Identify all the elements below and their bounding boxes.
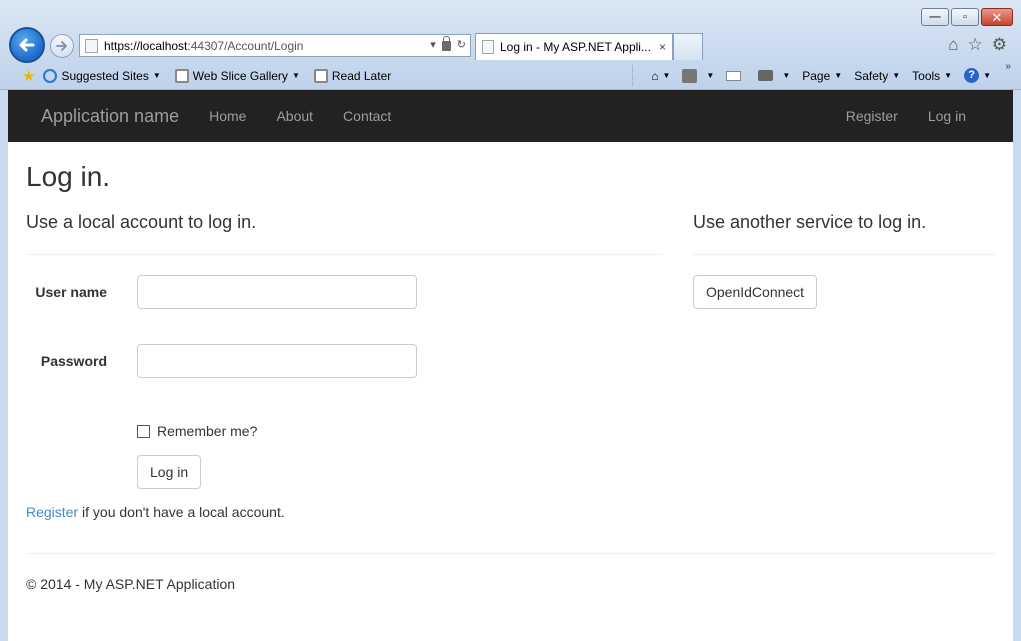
page-title: Log in.	[26, 161, 111, 192]
maximize-button[interactable]: ▫	[951, 8, 979, 26]
username-label: User name	[35, 284, 107, 300]
fav-web-slice-gallery[interactable]: Web Slice Gallery ▼	[174, 68, 300, 83]
tab-page-icon	[482, 40, 494, 54]
browser-chrome: — ▫ ✕ https://localhost:44307/Account/Lo…	[0, 0, 1021, 90]
arrow-right-icon	[56, 41, 67, 51]
register-prompt: Register if you don't have a local accou…	[26, 504, 285, 520]
cmd-page[interactable]: Page ▼	[802, 69, 842, 83]
username-input[interactable]	[137, 275, 417, 309]
nav-about[interactable]: About	[261, 108, 328, 124]
back-button[interactable]	[9, 27, 45, 63]
local-login-heading: Use a local account to log in.	[26, 212, 257, 232]
login-button[interactable]: Log in	[137, 455, 202, 489]
forward-button[interactable]	[50, 34, 74, 58]
external-login-heading: Use another service to log in.	[693, 212, 927, 232]
favorites-star-icon[interactable]: ★	[22, 67, 35, 85]
caret-down-icon: ▼	[152, 71, 161, 80]
minimize-button[interactable]: —	[921, 8, 949, 26]
read-later-icon	[313, 68, 328, 83]
tab-close-icon[interactable]: ×	[659, 40, 666, 54]
fav-read-later[interactable]: Read Later	[313, 68, 391, 83]
remember-me-row: Remember me?	[137, 423, 257, 439]
home-icon: ⌂	[651, 68, 659, 83]
register-suffix: if you don't have a local account.	[78, 504, 285, 520]
remember-me-checkbox[interactable]	[137, 424, 150, 438]
mail-icon	[726, 70, 742, 81]
navbar-brand[interactable]: Application name	[41, 106, 179, 127]
main-content: Log in. Use a local account to log in. U…	[26, 142, 996, 592]
cmd-home[interactable]: ⌂ ▼	[651, 69, 670, 83]
password-row: Password	[26, 344, 417, 378]
fav-suggested-sites[interactable]: Suggested Sites ▼	[43, 68, 161, 83]
remember-me-label[interactable]: Remember me?	[157, 423, 257, 439]
window-controls: — ▫ ✕	[919, 8, 1013, 26]
cmd-safety[interactable]: Safety ▼	[854, 69, 900, 83]
chevron-right-icon[interactable]: »	[1005, 61, 1011, 72]
footer-copyright: © 2014 - My ASP.NET Application	[26, 576, 236, 592]
favorites-star-icon[interactable]: ☆	[968, 35, 983, 55]
username-row: User name	[26, 275, 417, 309]
command-bar: ⌂ ▼ ▼ ▼ Page ▼ Safety ▼ Tools ▼ ? ▼	[651, 61, 991, 90]
browser-toolbar-icons: ⌂ ☆ ⚙	[948, 35, 1007, 55]
favorites-bar: ★ Suggested Sites ▼ Web Slice Gallery ▼ Re…	[0, 61, 1021, 90]
local-login-section: Use a local account to log in.	[26, 212, 663, 255]
cmd-feeds[interactable]: ▼	[682, 68, 714, 83]
lock-icon[interactable]	[441, 36, 451, 51]
home-icon[interactable]: ⌂	[948, 35, 958, 55]
arrow-left-icon	[19, 38, 35, 52]
navbar-right: Register Log in	[831, 108, 1013, 124]
new-tab-button[interactable]	[673, 33, 703, 60]
printer-icon	[758, 70, 774, 81]
rss-icon	[682, 68, 698, 83]
web-slice-icon	[174, 68, 189, 83]
page-icon	[85, 38, 98, 53]
gear-icon[interactable]: ⚙	[992, 35, 1007, 55]
window-frame-right	[1013, 90, 1021, 641]
url-host: https://localhost	[104, 38, 188, 53]
register-link[interactable]: Register	[26, 504, 78, 520]
cmd-mail[interactable]	[726, 70, 746, 81]
password-input[interactable]	[137, 344, 417, 378]
refresh-icon[interactable]: ↻	[457, 38, 466, 51]
cmd-tools[interactable]: Tools ▼	[912, 69, 952, 83]
password-label: Password	[40, 353, 107, 369]
ie-icon	[43, 68, 58, 83]
tab-title: Log in - My ASP.NET Appli...	[500, 40, 651, 54]
help-icon: ?	[964, 68, 980, 83]
footer-divider	[26, 553, 996, 554]
divider	[693, 254, 996, 255]
nav-login[interactable]: Log in	[913, 108, 981, 124]
address-bar[interactable]: https://localhost:44307/Account/Login ▾ …	[79, 34, 471, 57]
nav-home[interactable]: Home	[194, 108, 261, 124]
caret-down-icon: ▼	[291, 71, 300, 80]
close-window-button[interactable]: ✕	[981, 8, 1013, 26]
divider	[26, 254, 663, 255]
nav-register[interactable]: Register	[831, 108, 913, 124]
cmd-print[interactable]: ▼	[758, 70, 790, 81]
openidconnect-button[interactable]: OpenIdConnect	[693, 275, 818, 309]
dropdown-icon[interactable]: ▾	[430, 38, 436, 51]
window-frame-left	[0, 90, 8, 641]
site-navbar: Application name Home About Contact Regi…	[8, 90, 1013, 142]
toolbar-separator	[632, 65, 633, 86]
url-path: :44307/Account/Login	[187, 38, 304, 53]
external-login-section: Use another service to log in. OpenIdCon…	[693, 212, 996, 309]
browser-tab[interactable]: Log in - My ASP.NET Appli... ×	[475, 33, 673, 60]
nav-contact[interactable]: Contact	[328, 108, 406, 124]
cmd-help[interactable]: ? ▼	[964, 68, 991, 83]
